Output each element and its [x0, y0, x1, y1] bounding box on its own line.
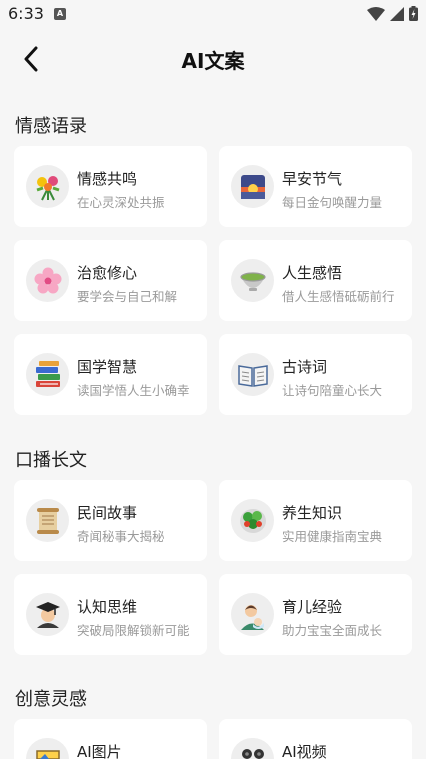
books-icon: [26, 353, 69, 396]
page-title: AI文案: [181, 49, 245, 73]
card-chinese-classics[interactable]: 国学智慧 读国学悟人生小确幸: [14, 334, 207, 415]
parent-baby-icon: [231, 593, 274, 636]
card-title: 养生知识: [282, 504, 343, 522]
card-healing-mind[interactable]: 治愈修心 要学会与自己和解: [14, 240, 207, 321]
card-title: 人生感悟: [282, 264, 343, 282]
battery-icon: [409, 6, 418, 21]
card-title: 认知思维: [77, 598, 138, 616]
flower-bouquet-icon: [26, 165, 69, 208]
section-title-emotional-quotes: 情感语录: [15, 116, 87, 137]
salad-icon: [231, 499, 274, 542]
section-title-creative-inspiration: 创意灵感: [15, 689, 87, 710]
card-title: 民间故事: [77, 504, 138, 522]
card-ai-video[interactable]: AI视频: [219, 719, 412, 759]
card-folk-stories[interactable]: 民间故事 奇闻秘事大揭秘: [14, 480, 207, 561]
card-title: AI图片: [77, 743, 122, 759]
status-time: 6:33: [8, 4, 44, 23]
card-title: 国学智慧: [77, 358, 138, 376]
top-nav-bar: AI文案: [0, 36, 426, 80]
card-ancient-poetry[interactable]: 古诗词 让诗句陪童心长大: [219, 334, 412, 415]
card-subtitle: 借人生感悟砥砺前行: [282, 289, 395, 304]
card-emotional-resonance[interactable]: 情感共鸣 在心灵深处共振: [14, 146, 207, 227]
card-cognitive-thinking[interactable]: 认知思维 突破局限解锁新可能: [14, 574, 207, 655]
signal-icon: [390, 6, 404, 21]
picture-icon: [26, 738, 69, 759]
card-title: 古诗词: [282, 358, 328, 376]
open-book-icon: [231, 353, 274, 396]
cherry-blossom-icon: [26, 259, 69, 302]
wifi-icon: [367, 6, 385, 21]
card-subtitle: 实用健康指南宝典: [282, 529, 383, 544]
notification-icon: A: [54, 8, 66, 20]
sunrise-icon: [231, 165, 274, 208]
scroll-icon: [26, 499, 69, 542]
card-title: 情感共鸣: [77, 170, 138, 188]
card-subtitle: 让诗句陪童心长大: [282, 383, 383, 398]
card-parenting-experience[interactable]: 育儿经验 助力宝宝全面成长: [219, 574, 412, 655]
status-indicators: [367, 6, 418, 21]
card-ai-image[interactable]: AI图片: [14, 719, 207, 759]
card-subtitle: 突破局限解锁新可能: [77, 623, 190, 638]
card-title: 育儿经验: [282, 598, 343, 616]
card-title: AI视频: [282, 743, 327, 759]
card-morning-solar-terms[interactable]: 早安节气 每日金句唤醒力量: [219, 146, 412, 227]
tea-bowl-icon: [231, 259, 274, 302]
card-subtitle: 每日金句唤醒力量: [282, 195, 383, 210]
card-title: 早安节气: [282, 170, 343, 188]
card-subtitle: 读国学悟人生小确幸: [77, 383, 190, 398]
card-subtitle: 助力宝宝全面成长: [282, 623, 383, 638]
card-subtitle: 奇闻秘事大揭秘: [77, 529, 165, 544]
card-subtitle: 在心灵深处共振: [77, 195, 165, 210]
video-camera-icon: [231, 738, 274, 759]
graduate-icon: [26, 593, 69, 636]
card-life-insights[interactable]: 人生感悟 借人生感悟砥砺前行: [219, 240, 412, 321]
section-title-voice-articles: 口播长文: [15, 450, 87, 471]
card-title: 治愈修心: [77, 264, 138, 282]
card-subtitle: 要学会与自己和解: [77, 289, 178, 304]
status-bar: 6:33 A: [0, 0, 426, 30]
card-health-knowledge[interactable]: 养生知识 实用健康指南宝典: [219, 480, 412, 561]
